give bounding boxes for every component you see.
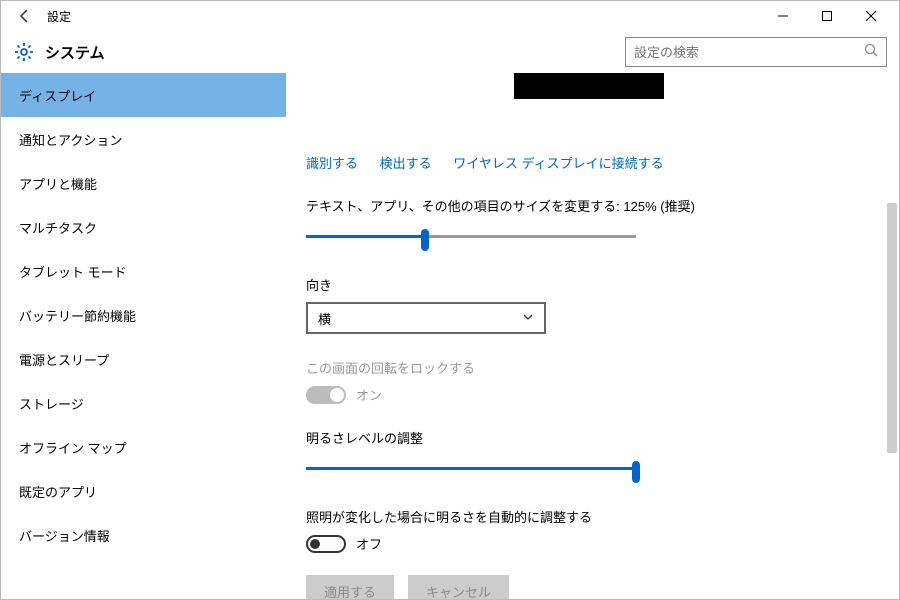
search-icon (864, 43, 878, 62)
content-pane: 識別する 検出する ワイヤレス ディスプレイに接続する テキスト、アプリ、その他… (286, 73, 899, 599)
auto-brightness-state: オフ (356, 534, 382, 553)
cancel-button[interactable]: キャンセル (408, 575, 509, 599)
orientation-value: 横 (318, 309, 331, 328)
orientation-select[interactable]: 横 (306, 302, 546, 334)
sidebar-item-apps[interactable]: アプリと機能 (1, 161, 286, 205)
monitor-thumbnail[interactable] (514, 73, 664, 99)
orientation-label: 向き (306, 275, 871, 294)
wireless-display-link[interactable]: ワイヤレス ディスプレイに接続する (453, 156, 663, 171)
sidebar-item-display[interactable]: ディスプレイ (1, 73, 286, 117)
brightness-slider[interactable] (306, 455, 636, 483)
gear-icon (13, 41, 35, 63)
maximize-button[interactable] (805, 1, 849, 31)
chevron-down-icon (522, 311, 534, 326)
rotation-lock-label: この画面の回転をロックする (306, 358, 871, 377)
header: システム (1, 31, 899, 73)
minimize-button[interactable] (761, 1, 805, 31)
scale-label: テキスト、アプリ、その他の項目のサイズを変更する: 125% (推奨) (306, 196, 871, 215)
auto-brightness-label: 照明が変化した場合に明るさを自動的に調整する (306, 507, 871, 526)
rotation-lock-state: オン (356, 385, 382, 404)
button-row: 適用する キャンセル (306, 575, 871, 599)
sidebar-item-battery[interactable]: バッテリー節約機能 (1, 293, 286, 337)
display-action-links: 識別する 検出する ワイヤレス ディスプレイに接続する (306, 153, 871, 172)
close-button[interactable] (849, 1, 893, 31)
sidebar-item-tablet[interactable]: タブレット モード (1, 249, 286, 293)
settings-window: 設定 システム ディスプレイ 通知とアクション アプリと機能 マルチタスク タブ… (0, 0, 900, 600)
sidebar-item-default-apps[interactable]: 既定のアプリ (1, 469, 286, 513)
search-box[interactable] (625, 37, 887, 67)
auto-brightness-toggle[interactable] (306, 535, 346, 553)
body: ディスプレイ 通知とアクション アプリと機能 マルチタスク タブレット モード … (1, 73, 899, 599)
titlebar: 設定 (1, 1, 899, 31)
display-preview (306, 73, 871, 133)
sidebar-item-storage[interactable]: ストレージ (1, 381, 286, 425)
sidebar-item-multitask[interactable]: マルチタスク (1, 205, 286, 249)
search-input[interactable] (634, 45, 864, 60)
back-button[interactable] (7, 1, 43, 31)
brightness-label: 明るさレベルの調整 (306, 428, 871, 447)
identify-link[interactable]: 識別する (306, 156, 358, 171)
sidebar: ディスプレイ 通知とアクション アプリと機能 マルチタスク タブレット モード … (1, 73, 286, 599)
detect-link[interactable]: 検出する (380, 156, 432, 171)
page-title: システム (45, 42, 105, 63)
apply-button[interactable]: 適用する (306, 575, 394, 599)
sidebar-item-about[interactable]: バージョン情報 (1, 513, 286, 557)
rotation-lock-toggle (306, 386, 346, 404)
window-controls (761, 1, 893, 31)
scale-slider[interactable] (306, 223, 636, 251)
window-title: 設定 (47, 8, 71, 25)
sidebar-item-power[interactable]: 電源とスリープ (1, 337, 286, 381)
sidebar-item-maps[interactable]: オフライン マップ (1, 425, 286, 469)
sidebar-item-notifications[interactable]: 通知とアクション (1, 117, 286, 161)
